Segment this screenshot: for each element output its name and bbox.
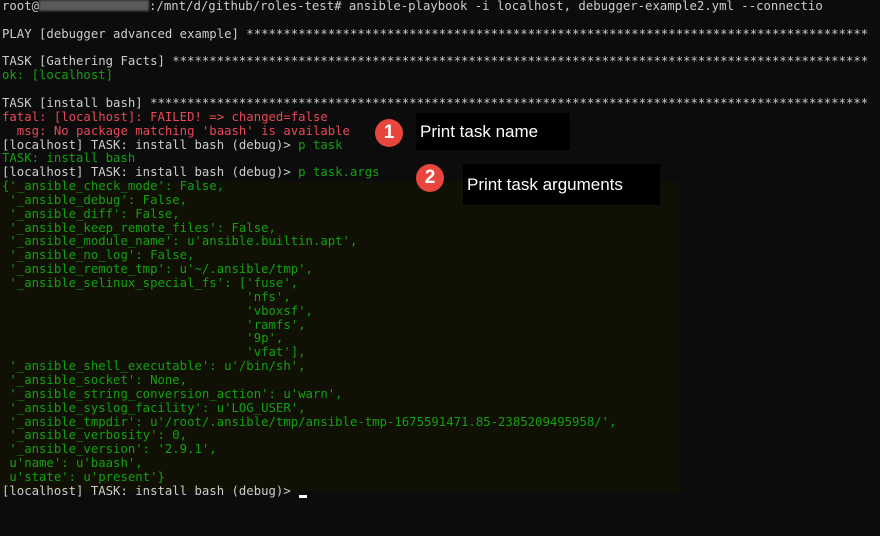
terminal-text: '_ansible_version': '2.9.1', — [2, 443, 217, 457]
terminal-line: '_ansible_shell_executable': u'/bin/sh', — [2, 360, 306, 374]
terminal-line: 'vfat'], — [2, 346, 306, 360]
terminal-text: '_ansible_remote_tmp': u'~/.ansible/tmp'… — [2, 263, 313, 277]
annotation-badge-2: 2 — [416, 164, 444, 192]
terminal-text: TASK [Gathering Facts] *****************… — [2, 55, 869, 69]
terminal-line: '_ansible_selinux_special_fs': ['fuse', — [2, 277, 298, 291]
annotation-label-2: Print task arguments — [467, 174, 623, 194]
terminal-text: u'state': u'present'} — [2, 470, 165, 484]
terminal-text: TASK [install bash] ********************… — [2, 96, 869, 110]
terminal-line: '_ansible_string_conversion_action': u'w… — [2, 387, 343, 402]
terminal-line: u'name': u'baash', — [2, 457, 143, 471]
terminal-line: fatal: [localhost]: FAILED! => changed=f… — [2, 111, 328, 125]
terminal-text: msg: No package matching 'baash' is avai… — [2, 124, 350, 138]
text-cursor — [299, 494, 308, 498]
terminal-line: ok: [localhost] — [2, 69, 113, 83]
terminal-line: 'nfs', — [2, 290, 291, 305]
terminal-text: [localhost] TASK: install bash (debug)> — [2, 138, 299, 152]
terminal-line: '_ansible_debug': False, — [2, 194, 187, 208]
annotation-callout-2: Print task arguments — [463, 164, 660, 205]
annotation-label-1: Print task name — [420, 121, 539, 141]
terminal-line: '_ansible_version': '2.9.1', — [2, 443, 217, 457]
terminal-line: '_ansible_no_log': False, — [2, 249, 195, 263]
terminal-text: '_ansible_diff': False, — [2, 207, 180, 221]
terminal-text: '9p', — [2, 332, 284, 346]
terminal-line: TASK [install bash] ********************… — [2, 97, 868, 111]
terminal-line: {'_ansible_check_mode': False, — [2, 180, 224, 194]
terminal-line: '9p', — [2, 332, 283, 346]
terminal-text: p task.args — [298, 166, 380, 180]
terminal-text: '_ansible_shell_executable': u'/bin/sh', — [2, 360, 306, 374]
terminal-line: '_ansible_syslog_facility': u'LOG_USER', — [2, 401, 306, 416]
terminal-text: '_ansible_module_name': u'ansible.builti… — [2, 235, 358, 249]
terminal-line: [localhost] TASK: install bash (debug)> — [2, 484, 308, 499]
terminal-line: [localhost] TASK: install bash (debug)> … — [2, 166, 380, 180]
terminal-line: '_ansible_socket': None, — [2, 374, 187, 388]
terminal-line: '_ansible_keep_remote_files': False, — [2, 222, 276, 236]
terminal-text: PLAY [debugger advanced example] *******… — [2, 27, 869, 41]
terminal-text: '_ansible_socket': None, — [2, 373, 188, 387]
terminal-text: {'_ansible_check_mode': False, — [2, 180, 225, 194]
terminal-text: 'vfat'], — [2, 346, 306, 360]
terminal-line: '_ansible_diff': False, — [2, 207, 180, 222]
terminal-line: '_ansible_tmpdir': u'/root/.ansible/tmp/… — [2, 416, 616, 430]
terminal-line: 'ramfs', — [2, 318, 306, 333]
terminal-line: TASK: install bash — [2, 152, 135, 166]
terminal-text: :/mnt/d/github/roles-test# ansible-playb… — [149, 0, 823, 13]
terminal-line: u'state': u'present'} — [2, 470, 165, 485]
redacted-hostname — [39, 0, 150, 11]
annotation-callout-1: Print task name — [416, 113, 570, 150]
terminal-text: 'vboxsf', — [2, 304, 313, 318]
terminal-line: PLAY [debugger advanced example] *******… — [2, 28, 868, 42]
terminal-line: [localhost] TASK: install bash (debug)> … — [2, 139, 343, 153]
terminal-line: TASK [Gathering Facts] *****************… — [2, 55, 868, 69]
terminal-text: 'ramfs', — [2, 318, 306, 332]
terminal-line: msg: No package matching 'baash' is avai… — [2, 125, 350, 139]
terminal-window[interactable]: root@ :/mnt/d/github/roles-test# ansible-… — [0, 0, 880, 536]
terminal-line: '_ansible_remote_tmp': u'~/.ansible/tmp'… — [2, 263, 313, 277]
terminal-text: p task — [298, 138, 343, 152]
terminal-text: '_ansible_selinux_special_fs': ['fuse', — [2, 277, 299, 290]
annotation-badge-1: 1 — [375, 119, 403, 147]
terminal-text: fatal: [localhost]: FAILED! => changed=f… — [2, 110, 328, 124]
terminal-line: '_ansible_verbosity': 0, — [2, 429, 187, 443]
terminal-text: '_ansible_keep_remote_files': False, — [2, 221, 276, 235]
terminal-text: TASK: install bash — [2, 152, 136, 166]
terminal-text: '_ansible_debug': False, — [2, 193, 188, 207]
terminal-text: ok: [localhost] — [2, 69, 114, 83]
terminal-text: [localhost] TASK: install bash (debug)> — [2, 166, 299, 180]
terminal-text: [localhost] TASK: install bash (debug)> — [2, 484, 299, 498]
terminal-text: '_ansible_tmpdir': u'/root/.ansible/tmp/… — [2, 415, 617, 429]
terminal-text: '_ansible_verbosity': 0, — [2, 429, 188, 443]
terminal-text: root@ — [2, 0, 40, 13]
terminal-text: 'nfs', — [2, 290, 291, 304]
terminal-line: '_ansible_module_name': u'ansible.builti… — [2, 235, 357, 249]
terminal-text: '_ansible_syslog_facility': u'LOG_USER', — [2, 401, 306, 415]
terminal-line: 'vboxsf', — [2, 305, 313, 319]
terminal-text: '_ansible_no_log': False, — [2, 249, 195, 263]
terminal-text: u'name': u'baash', — [2, 457, 143, 471]
terminal-line: root@ :/mnt/d/github/roles-test# ansible-… — [2, 0, 823, 14]
terminal-text: '_ansible_string_conversion_action': u'w… — [2, 387, 343, 401]
